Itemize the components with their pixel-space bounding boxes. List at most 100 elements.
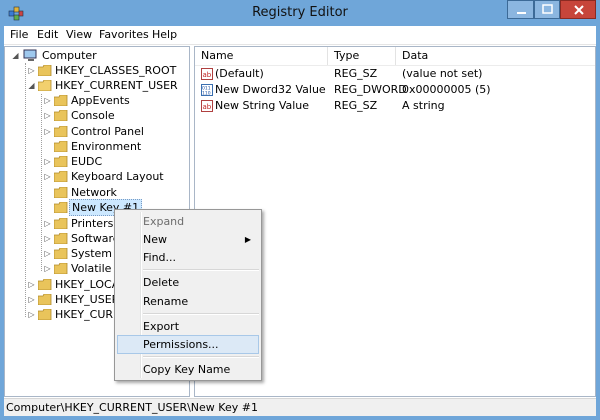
value-name: (Default) xyxy=(215,67,264,80)
menu-view[interactable]: View xyxy=(66,28,92,41)
tree-label: Environment xyxy=(71,140,142,153)
list-header: Name Type Data xyxy=(195,47,595,66)
value-data: 0x00000005 (5) xyxy=(402,83,491,96)
value-row[interactable]: ab New String Value REG_SZ A string xyxy=(195,98,595,114)
value-name: New Dword32 Value xyxy=(215,83,326,96)
value-row[interactable]: ab (Default) REG_SZ (value not set) xyxy=(195,66,595,82)
menu-edit[interactable]: Edit xyxy=(37,28,58,41)
folder-icon xyxy=(54,156,68,167)
expand-icon[interactable]: ▷ xyxy=(43,261,52,276)
expand-icon[interactable]: ▷ xyxy=(43,169,52,184)
tree-item-environment[interactable]: Environment xyxy=(5,139,185,154)
tree-label: Printers xyxy=(71,217,114,230)
menu-file[interactable]: File xyxy=(10,28,28,41)
tree-item-eudc[interactable]: ▷ EUDC xyxy=(5,154,185,169)
expand-icon[interactable]: ▷ xyxy=(27,277,36,292)
menu-item-permissions[interactable]: Permissions... xyxy=(117,335,259,354)
menu-separator xyxy=(143,269,259,271)
menu-item-label: New xyxy=(143,233,167,246)
folder-icon xyxy=(54,171,68,182)
expand-icon[interactable]: ▷ xyxy=(27,307,36,322)
tree-item-hkey-classes-root[interactable]: ▷ HKEY_CLASSES_ROOT xyxy=(5,63,185,78)
menu-item-export[interactable]: Export xyxy=(117,317,259,336)
svg-text:110: 110 xyxy=(202,91,211,97)
expand-icon[interactable]: ▷ xyxy=(27,63,36,78)
tree-item-console[interactable]: ▷ Console xyxy=(5,108,185,123)
menu-item-rename[interactable]: Rename xyxy=(117,292,259,311)
status-bar: Computer\HKEY_CURRENT_USER\New Key #1 xyxy=(4,398,596,416)
value-name: New String Value xyxy=(215,99,310,112)
tree-label: HKEY_CURR xyxy=(55,308,121,321)
expand-icon[interactable]: ▷ xyxy=(43,154,52,169)
folder-icon xyxy=(54,202,68,213)
tree-label: Network xyxy=(71,186,117,199)
value-type: REG_SZ xyxy=(334,99,378,112)
expand-icon[interactable]: ▷ xyxy=(43,93,52,108)
expand-icon[interactable]: ▷ xyxy=(43,246,52,261)
maximize-icon xyxy=(542,4,553,14)
minimize-icon xyxy=(517,12,526,14)
folder-icon xyxy=(38,65,52,76)
registry-editor-window: Registry Editor File Edit View Favorites… xyxy=(0,0,600,420)
tree-item-appevents[interactable]: ▷ AppEvents xyxy=(5,93,185,108)
folder-icon xyxy=(38,309,52,320)
tree-item-hkey-current-user[interactable]: ◢ HKEY_CURRENT_USER xyxy=(5,78,185,93)
value-type: REG_DWORD xyxy=(334,83,407,96)
maximize-button[interactable] xyxy=(534,0,560,19)
menu-separator xyxy=(143,313,259,315)
folder-icon xyxy=(54,126,68,137)
tree-label: Console xyxy=(71,109,115,122)
tree-item-network[interactable]: Network xyxy=(5,185,185,200)
folder-icon xyxy=(38,279,52,290)
svg-text:ab: ab xyxy=(203,71,212,79)
collapse-icon[interactable]: ◢ xyxy=(27,78,36,93)
tree-item-computer[interactable]: ◢ Computer xyxy=(5,48,185,63)
tree-item-keyboard-layout[interactable]: ▷ Keyboard Layout xyxy=(5,169,185,184)
menu-bar: File Edit View Favorites Help xyxy=(4,26,596,45)
folder-icon xyxy=(54,218,68,229)
menu-item-delete[interactable]: Delete xyxy=(117,273,259,292)
close-button[interactable] xyxy=(560,0,596,19)
svg-text:ab: ab xyxy=(203,103,212,111)
column-header-name[interactable]: Name xyxy=(195,47,328,65)
minimize-button[interactable] xyxy=(507,0,534,19)
tree-label: EUDC xyxy=(71,155,103,168)
client-area: File Edit View Favorites Help ◢ Computer xyxy=(4,26,596,416)
context-menu: Expand New ▶ Find... Delete Rename Expor… xyxy=(114,209,262,381)
folder-icon xyxy=(54,187,68,198)
tree-label: Volatile xyxy=(71,262,112,275)
close-icon xyxy=(574,5,584,15)
tree-label: Control Panel xyxy=(71,125,144,138)
menu-item-new[interactable]: New ▶ xyxy=(117,230,259,249)
expand-icon[interactable]: ▷ xyxy=(43,108,52,123)
menu-item-find[interactable]: Find... xyxy=(117,248,259,267)
value-data: A string xyxy=(402,99,445,112)
menu-item-expand[interactable]: Expand xyxy=(117,212,259,231)
tree-label: HKEY_CURRENT_USER xyxy=(55,79,178,92)
expand-icon[interactable]: ▷ xyxy=(43,124,52,139)
expand-icon[interactable]: ▷ xyxy=(27,292,36,307)
title-bar[interactable]: Registry Editor xyxy=(0,0,600,26)
column-header-data[interactable]: Data xyxy=(396,47,595,65)
expand-icon[interactable]: ▷ xyxy=(43,216,52,231)
menu-help[interactable]: Help xyxy=(152,28,177,41)
menu-favorites[interactable]: Favorites xyxy=(99,28,149,41)
computer-icon xyxy=(23,49,37,61)
dword-value-icon: 011 110 xyxy=(201,84,213,96)
expand-icon[interactable]: ▷ xyxy=(43,231,52,246)
value-data: (value not set) xyxy=(402,67,483,80)
tree-label: HKEY_USER xyxy=(55,293,120,306)
folder-open-icon xyxy=(38,80,52,91)
folder-icon xyxy=(54,95,68,106)
tree-item-control-panel[interactable]: ▷ Control Panel xyxy=(5,124,185,139)
tree-label: AppEvents xyxy=(71,94,130,107)
folder-icon xyxy=(54,141,68,152)
tree-label: Computer xyxy=(42,49,97,62)
folder-icon xyxy=(54,248,68,259)
collapse-icon[interactable]: ◢ xyxy=(11,48,20,63)
folder-icon xyxy=(54,233,68,244)
menu-item-copy-key-name[interactable]: Copy Key Name xyxy=(117,360,259,379)
value-row[interactable]: 011 110 New Dword32 Value REG_DWORD 0x00… xyxy=(195,82,595,98)
column-header-type[interactable]: Type xyxy=(328,47,396,65)
string-value-icon: ab xyxy=(201,100,213,112)
